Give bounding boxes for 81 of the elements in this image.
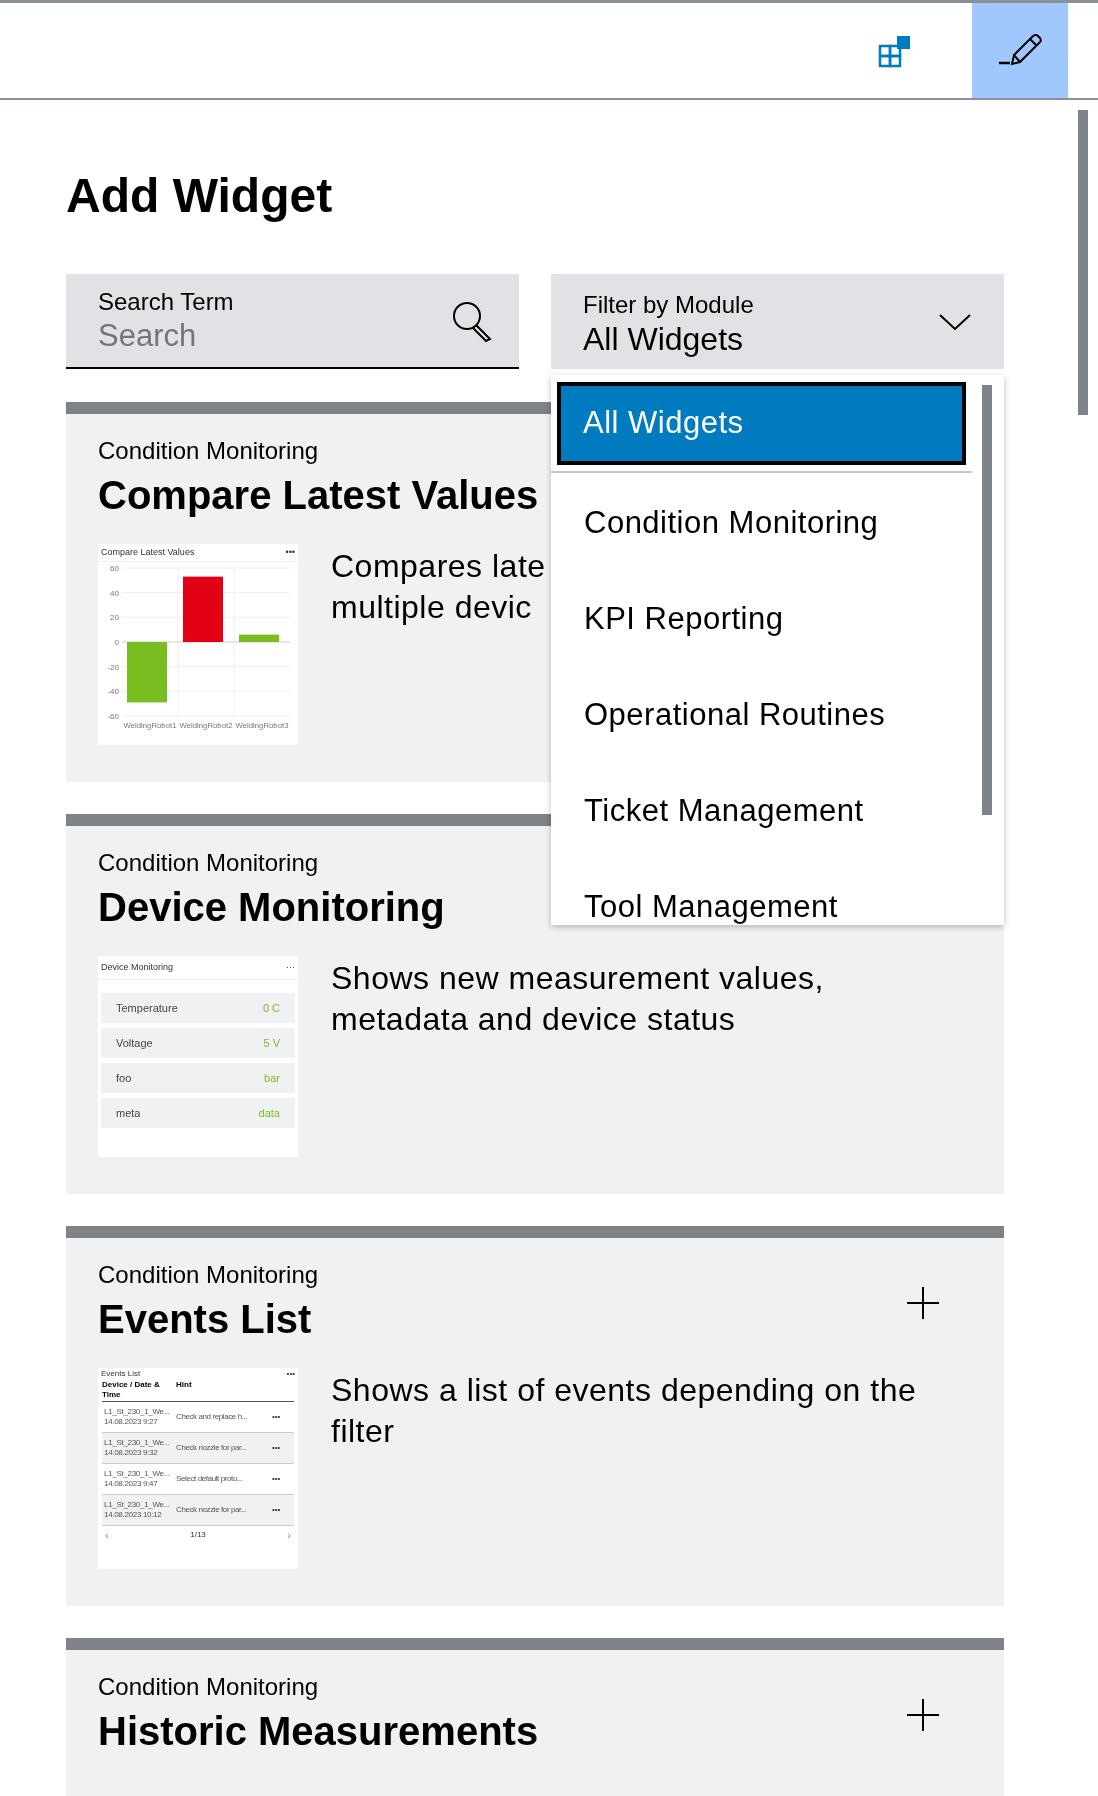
- search-icon: [451, 299, 493, 342]
- event-device: L1_St_230_1_We...: [104, 1500, 171, 1510]
- event-device: L1_St_230_1_We...: [104, 1438, 171, 1448]
- event-hint: Check nozzle for par...: [176, 1505, 248, 1515]
- value-reading: bar: [264, 1070, 280, 1086]
- axis-tick-label: 0: [114, 638, 119, 647]
- event-time: 14.08.2023 9:32: [104, 1448, 159, 1458]
- column-header: Device / Date & Time: [102, 1380, 161, 1400]
- value-label: meta: [116, 1105, 141, 1121]
- widget-card[interactable]: Condition Monitoring Historic Measurements: [66, 1638, 1004, 1796]
- widget-category: Condition Monitoring: [98, 1260, 320, 1290]
- dropdown-option[interactable]: Operational Routines: [551, 667, 1004, 763]
- event-time: 14.08.2023 9:27: [104, 1417, 159, 1427]
- next-page-button[interactable]: ›: [287, 1530, 291, 1540]
- value-reading: 0 C: [262, 1000, 280, 1016]
- bar: [127, 642, 167, 703]
- more-icon: •••: [285, 545, 295, 560]
- search-field[interactable]: Search Term Search: [66, 274, 519, 369]
- widget-title: Historic Measurements: [98, 1708, 539, 1755]
- bar: [239, 634, 279, 642]
- event-device: L1_St_230_1_We...: [104, 1407, 171, 1417]
- more-icon: •••: [272, 1443, 281, 1453]
- widget-description: Shows a list of events depending on the: [331, 1371, 917, 1410]
- value-label: foo: [116, 1070, 132, 1086]
- preview-title: Events List: [101, 1368, 141, 1380]
- dropdown-option[interactable]: Tool Management: [551, 859, 1004, 925]
- chevron-icon: [938, 311, 972, 332]
- widget-description: Shows new measurement values,: [331, 959, 824, 998]
- widget-title: Events List: [98, 1296, 312, 1343]
- value-label: Temperature: [116, 1000, 178, 1016]
- axis-category-label: WeldingRobot3: [235, 721, 291, 730]
- search-input[interactable]: Search: [98, 316, 398, 355]
- preview-title: Compare Latest Values: [101, 545, 195, 559]
- widget-description: multiple devic: [331, 588, 532, 627]
- previous-page-button[interactable]: ‹: [105, 1530, 109, 1540]
- event-device: L1_St_230_1_We...: [104, 1469, 171, 1479]
- more-icon: ···: [286, 960, 295, 975]
- value-reading: data: [258, 1105, 280, 1121]
- axis-tick-label: 20: [110, 613, 119, 623]
- widget-description: filter: [331, 1412, 395, 1451]
- widget-title: Compare Latest Values: [98, 472, 539, 519]
- more-icon: •••: [272, 1505, 281, 1515]
- event-hint: Check and replace h...: [176, 1412, 249, 1422]
- more-icon: •••: [286, 1368, 295, 1380]
- event-hint: Select default proto...: [176, 1474, 244, 1484]
- event-hint: Check nozzle for par...: [176, 1443, 248, 1453]
- add-icon[interactable]: [906, 1698, 940, 1732]
- add-icon[interactable]: [906, 1286, 940, 1320]
- module-filter-dropdown[interactable]: Filter by Module All Widgets: [551, 274, 1004, 369]
- widget-description: Compares late: [331, 547, 546, 586]
- scrollbar-thumb[interactable]: [1078, 110, 1088, 415]
- axis-tick-label: -40: [107, 687, 119, 697]
- widget-card[interactable]: [66, 1226, 1004, 1606]
- widget-category: Condition Monitoring: [98, 436, 320, 466]
- more-icon: •••: [272, 1412, 281, 1422]
- value-label: Voltage: [116, 1035, 153, 1051]
- widget-description: metadata and device status: [331, 1000, 736, 1039]
- widget-category: Condition Monitoring: [98, 1672, 320, 1702]
- axis-tick-label: 60: [110, 564, 119, 573]
- dropdown-option[interactable]: All Widgets: [557, 382, 966, 465]
- widget-title: Device Monitoring: [98, 884, 445, 931]
- preview-title: Device Monitoring: [101, 960, 174, 974]
- dashboard-grid-icon[interactable]: [878, 33, 912, 68]
- value-reading: 5 V: [263, 1035, 280, 1051]
- column-header: Hint: [176, 1380, 192, 1391]
- dropdown-option[interactable]: Condition Monitoring: [551, 475, 1004, 571]
- more-icon: •••: [272, 1474, 281, 1484]
- axis-category-label: WeldingRobot2: [179, 721, 235, 730]
- axis-tick-label: -20: [107, 662, 119, 672]
- axis-category-label: WeldingRobot1: [123, 721, 179, 730]
- event-time: 14.08.2023 10:12: [104, 1510, 163, 1520]
- scrollbar-thumb[interactable]: [982, 385, 992, 815]
- dropdown-option[interactable]: KPI Reporting: [551, 571, 1004, 667]
- axis-tick-label: 40: [110, 588, 119, 598]
- page-title: Add Widget: [66, 168, 334, 224]
- axis-tick-label: -60: [107, 712, 119, 721]
- edit-button[interactable]: [972, 3, 1068, 98]
- widget-category: Condition Monitoring: [98, 848, 320, 878]
- event-time: 14.08.2023 9:47: [104, 1479, 159, 1489]
- bar: [183, 576, 223, 642]
- page-indicator: 1/13: [190, 1530, 206, 1540]
